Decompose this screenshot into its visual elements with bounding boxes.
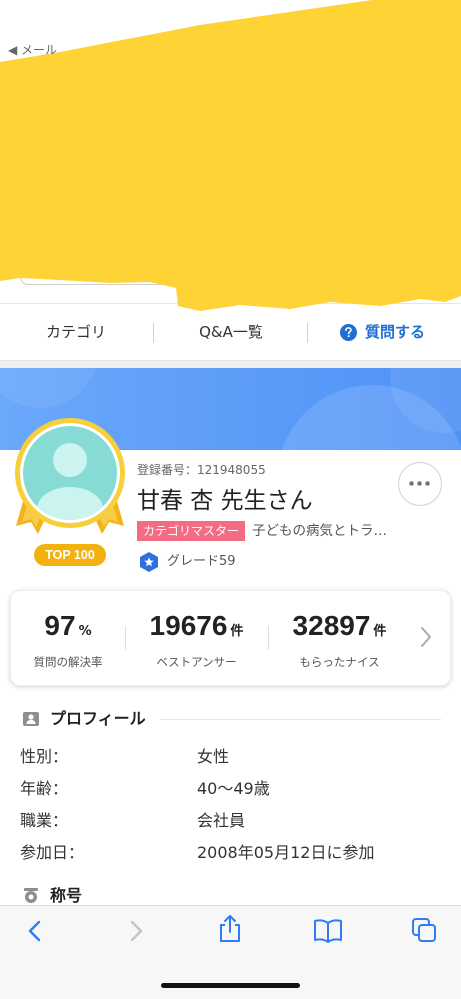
profile-row-value: 40〜49歳 — [197, 779, 270, 798]
tabs-icon[interactable] — [410, 916, 438, 944]
back-to-mail-link[interactable]: ◀ メール — [8, 41, 57, 58]
category-master-badge: カテゴリマスター — [137, 521, 246, 541]
title-section-title: 称号 — [50, 886, 83, 905]
stat-value: 19676 — [149, 610, 228, 641]
category-name-link[interactable]: 子どもの病気とトラ… — [252, 521, 387, 541]
nav-divider — [307, 323, 308, 343]
grade-label[interactable]: グレード59 — [167, 552, 236, 572]
profile-row-value: 2008年05月12日に参加 — [197, 843, 375, 862]
profile-row-label: 職業： — [20, 811, 69, 830]
forward-icon[interactable] — [123, 919, 147, 943]
share-icon[interactable] — [216, 914, 244, 944]
profile-section-title: プロフィール — [50, 709, 146, 728]
stat-label: 質問の解決率 — [33, 655, 103, 669]
stat-nice-received: 32897 件 もらったナイス — [268, 608, 411, 670]
profile-row-label: 性別： — [20, 747, 69, 766]
stat-best-answers: 19676 件 ベストアンサー — [125, 608, 268, 670]
back-icon[interactable] — [24, 919, 48, 943]
rank-badge: TOP 100 — [34, 544, 106, 566]
profile-row-value: 会社員 — [197, 811, 246, 830]
bookmarks-icon[interactable] — [313, 918, 343, 944]
redaction-scribble — [0, 0, 461, 311]
profile-card-icon — [23, 712, 39, 726]
browser-toolbar — [0, 905, 461, 999]
grade-star-icon — [140, 552, 158, 572]
stat-resolution-rate: 97% 質問の解決率 — [11, 608, 125, 670]
stat-unit: 件 — [373, 624, 387, 639]
tab-category-label: カテゴリ — [45, 323, 106, 341]
chevron-right-icon[interactable] — [419, 625, 433, 649]
stat-value: 97 — [44, 610, 76, 641]
medal-icon — [24, 888, 38, 903]
stat-unit: 件 — [230, 624, 244, 639]
default-avatar-icon[interactable] — [0, 416, 140, 546]
stat-unit: % — [78, 624, 92, 639]
section-divider-line — [160, 719, 441, 720]
profile-row-value: 女性 — [197, 747, 230, 766]
more-options-icon — [409, 481, 430, 486]
redaction-overlay — [0, 0, 461, 311]
stat-value: 32897 — [292, 610, 371, 641]
question-circle-icon — [340, 323, 357, 341]
nav-divider — [153, 323, 154, 343]
stat-label: もらったナイス — [299, 655, 380, 669]
registration-number: 登録番号：121948055 — [137, 463, 266, 477]
user-name: 甘春 杏 先生さん — [137, 488, 313, 514]
section-separator — [0, 361, 461, 368]
profile-row-label: 年齢： — [20, 779, 69, 798]
home-indicator — [161, 983, 300, 988]
stat-label: ベストアンサー — [156, 655, 237, 669]
more-options-button[interactable] — [398, 462, 442, 506]
tab-qa-list-label: Q&A一覧 — [199, 323, 263, 341]
profile-row-label: 参加日： — [20, 843, 85, 862]
stats-card[interactable]: 97% 質問の解決率 19676 件 ベストアンサー 32897 件 もらったナイス — [10, 590, 451, 686]
page: ◀ メール カテゴリ Q&A一覧 質問する TOP 100 登録番号：12194… — [0, 0, 461, 999]
